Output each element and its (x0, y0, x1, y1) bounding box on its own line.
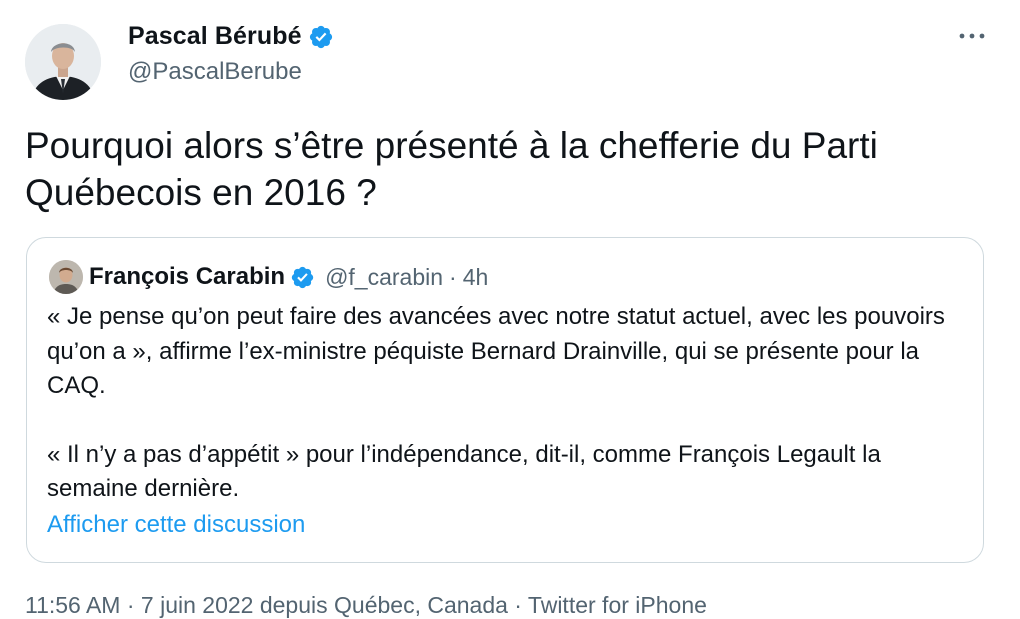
verified-badge-icon (308, 24, 334, 50)
quoted-paragraph: « Je pense qu’on peut faire des avancées… (47, 303, 945, 399)
author-name-row: Pascal Bérubé (128, 22, 334, 51)
quoted-timestamp[interactable]: 4h (463, 264, 489, 291)
quoted-author-avatar-image (49, 260, 83, 294)
quoted-handle[interactable]: @f_carabin (325, 264, 443, 291)
more-options-button[interactable] (957, 26, 989, 46)
tweet-metadata: 11:56 AM · 7 juin 2022 depuis Québec, Ca… (25, 592, 707, 618)
author-avatar[interactable] (25, 24, 101, 100)
more-horizontal-icon (959, 33, 985, 39)
quoted-header: François Carabin @f_carabin · 4h (89, 260, 488, 294)
quoted-tweet[interactable]: François Carabin @f_carabin · 4h « Je pe… (26, 237, 984, 563)
tweet-text: Pourquoi alors s’être présenté à la chef… (25, 125, 878, 213)
author-avatar-image (25, 24, 101, 100)
author-display-name[interactable]: Pascal Bérubé (128, 22, 302, 51)
separator-dot: · (449, 263, 457, 290)
quoted-display-name[interactable]: François Carabin (89, 263, 285, 291)
quoted-text: « Je pense qu’on peut faire des avancées… (47, 300, 967, 507)
verified-badge-icon (290, 265, 315, 290)
quoted-author-avatar[interactable] (49, 260, 83, 294)
author-handle[interactable]: @PascalBerube (128, 58, 302, 86)
show-thread-link[interactable]: Afficher cette discussion (47, 511, 305, 539)
quoted-paragraph: « Il n’y a pas d’appétit » pour l’indépe… (47, 440, 881, 503)
